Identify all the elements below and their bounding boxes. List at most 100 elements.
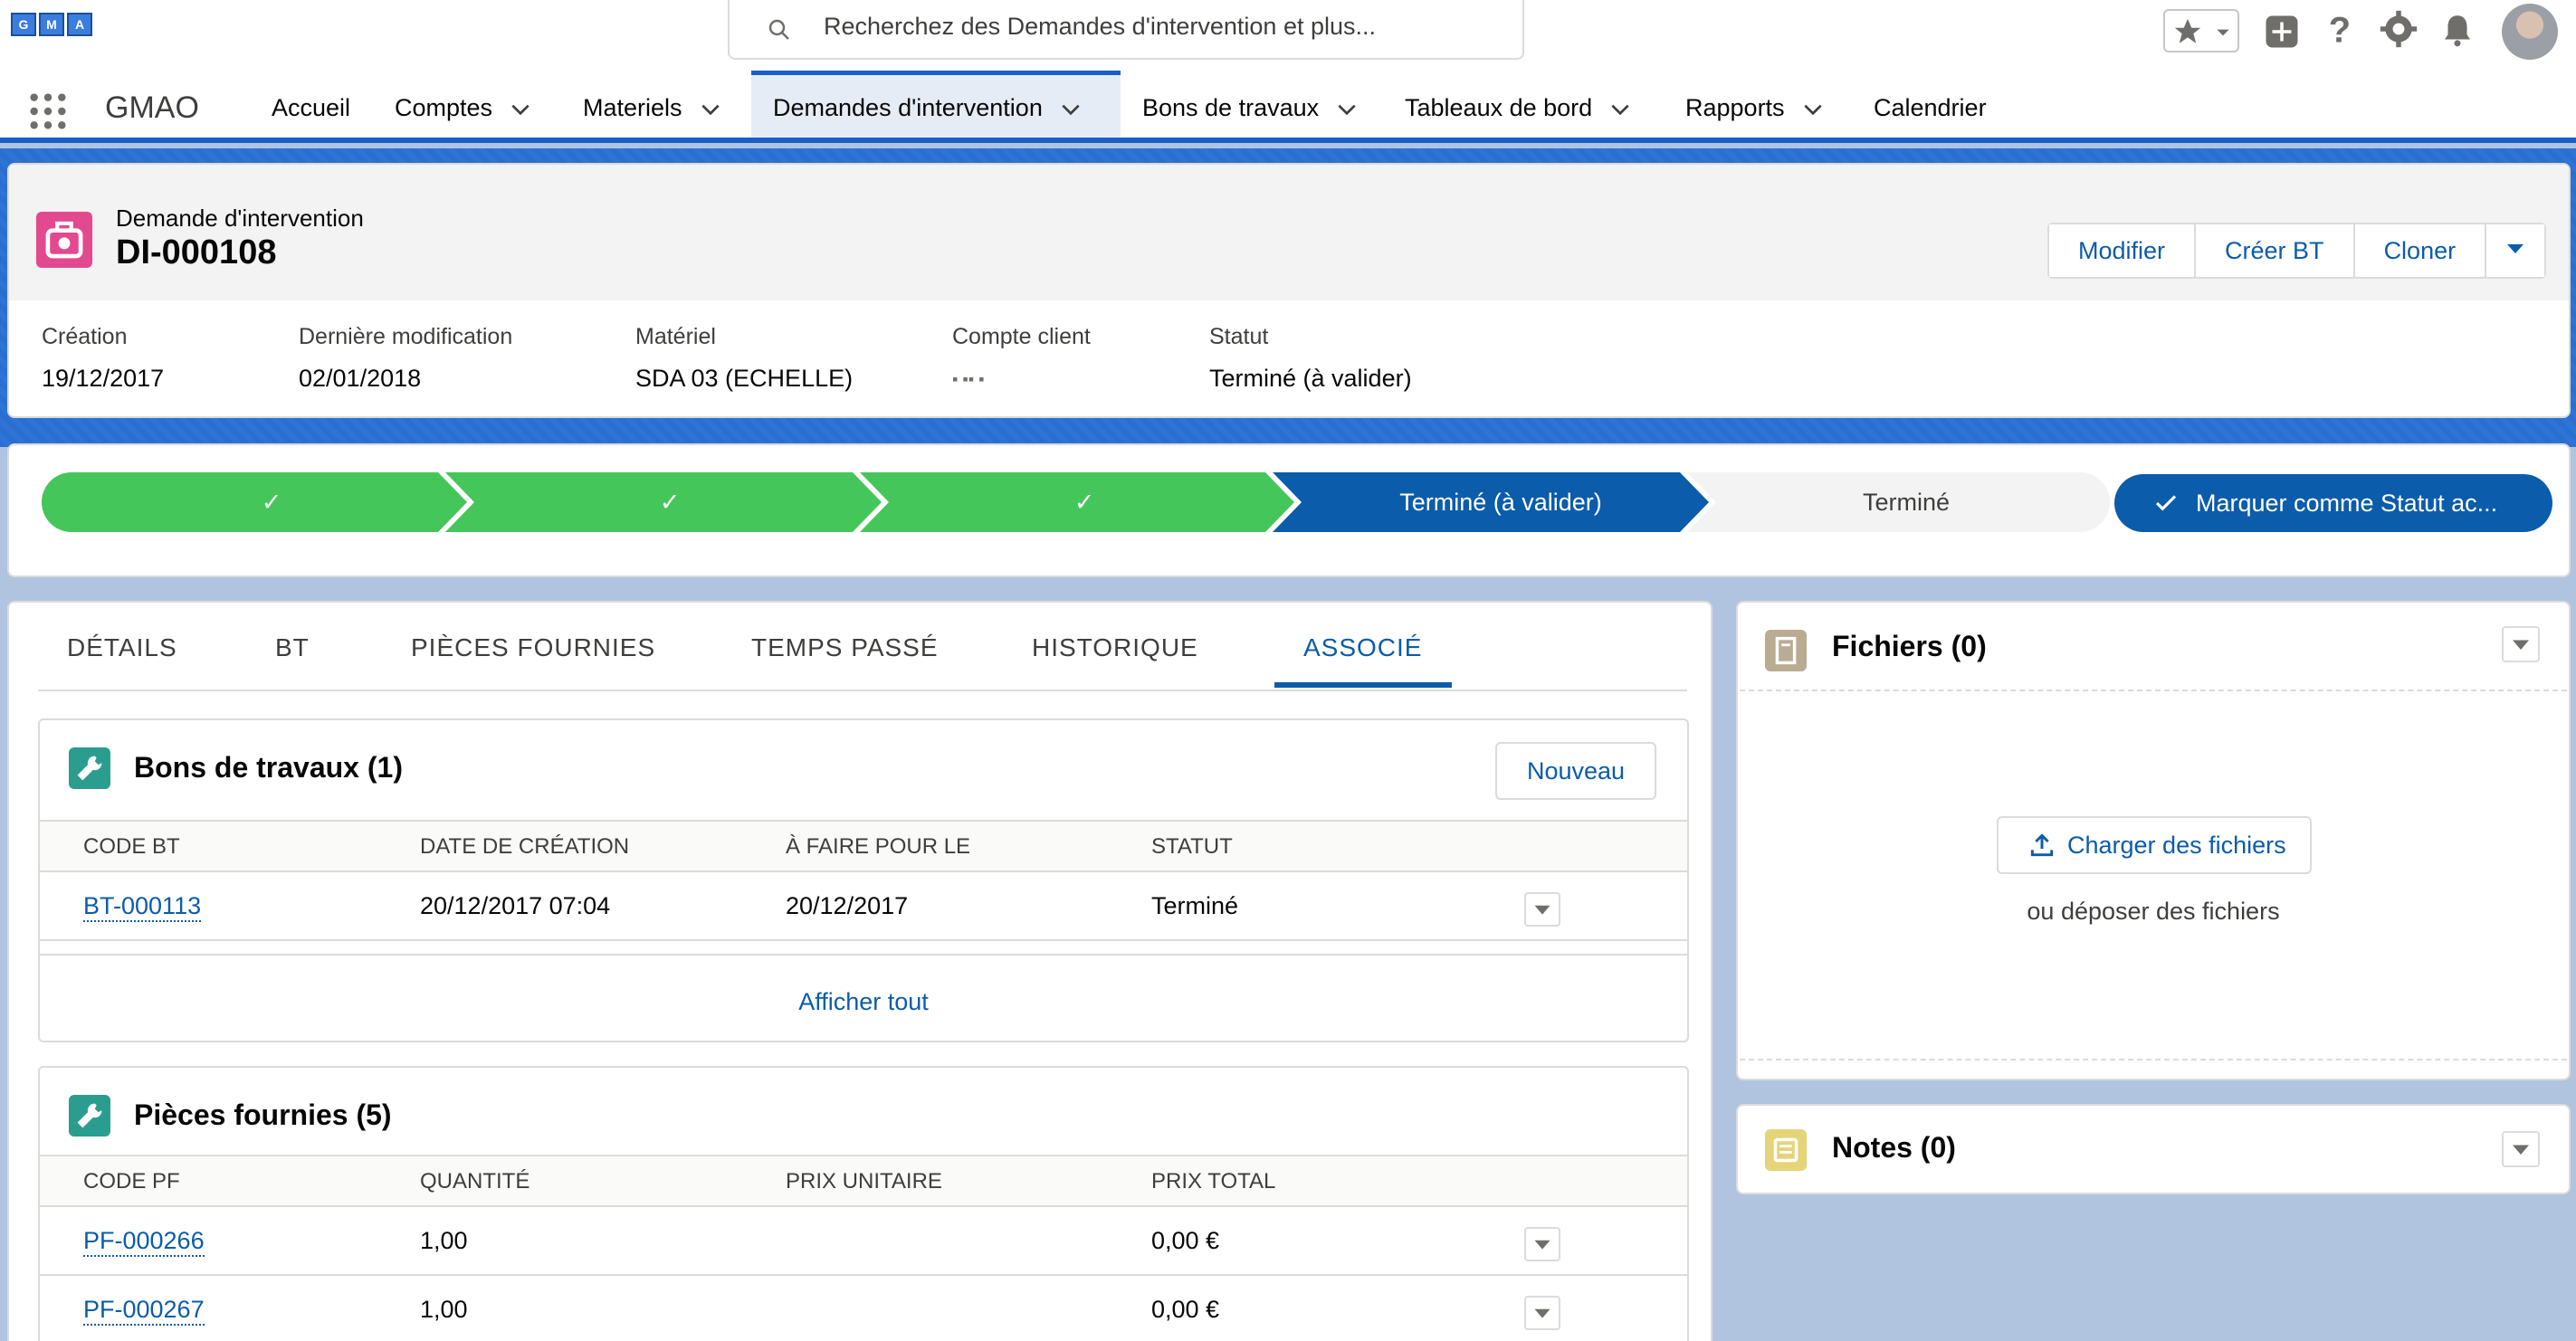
nav-item-label: Rapports (1685, 94, 1785, 121)
medkit-icon (36, 212, 92, 268)
drop-hint: ou déposer des fichiers (2027, 898, 2280, 925)
files-title[interactable]: Fichiers (0) (1832, 630, 1987, 663)
chevron-down-icon[interactable] (1801, 98, 1825, 121)
row-actions-button[interactable] (1524, 1296, 1560, 1330)
new-button[interactable]: Nouveau (1495, 742, 1656, 800)
chevron-down-icon[interactable] (1608, 98, 1632, 121)
notification-bell-icon[interactable] (2438, 11, 2476, 49)
record-link[interactable]: BT-000113 (83, 892, 202, 922)
row-actions-button[interactable] (1524, 1227, 1560, 1261)
highlight-label: Compte client (952, 324, 1091, 349)
mark-status-label: Marquer comme Statut ac... (2196, 490, 2498, 517)
app-launcher-icon[interactable] (27, 90, 69, 132)
notes-title[interactable]: Notes (0) (1832, 1131, 1956, 1165)
nav-item-calendrier[interactable]: Calendrier (1852, 71, 2008, 138)
company-logo[interactable]: G M A (11, 13, 94, 43)
table-header: CODE BT DATE DE CRÉATION À FAIRE POUR LE… (40, 820, 1687, 872)
highlight-value: 19/12/2017 (42, 365, 165, 392)
logo-letter: M (39, 13, 64, 36)
record-link[interactable]: PF-000267 (83, 1296, 205, 1326)
nav-item-comptes[interactable]: Comptes (373, 71, 554, 138)
logo-letter: A (67, 13, 92, 36)
chevron-down-icon (1534, 1240, 1550, 1250)
gear-icon[interactable] (2379, 9, 2419, 49)
highlight-label: Statut (1209, 324, 1269, 349)
chevron-down-icon (1534, 905, 1550, 915)
nav-item-bons-de-travaux[interactable]: Bons de travaux (1121, 71, 1380, 138)
clone-button[interactable]: Cloner (2354, 224, 2487, 277)
highlight-statut: Statut Terminé (à valider) (1209, 324, 1412, 393)
favorites-button[interactable] (2163, 9, 2239, 52)
table-cell: 0,00 € (1151, 1296, 1220, 1323)
chevron-down-icon[interactable] (699, 98, 722, 121)
highlight-value[interactable]: SDA 03 (ECHELLE) (635, 365, 853, 393)
related-list-pieces-fournies: Pièces fournies (5) CODE PF QUANTITÉ PRI… (38, 1066, 1689, 1341)
notes-menu-button[interactable] (2502, 1131, 2540, 1167)
path-step-4[interactable]: Terminé (à valider) (1302, 472, 1700, 532)
table-cell: 1,00 (420, 1227, 468, 1254)
column-header: DATE DE CRÉATION (420, 834, 630, 859)
upload-files-button[interactable]: Charger des fichiers (1997, 816, 2312, 874)
column-header: QUANTITÉ (420, 1169, 530, 1194)
nav-item-label: Calendrier (1874, 94, 1987, 121)
global-search-input[interactable]: Recherchez des Demandes d'intervention e… (728, 0, 1524, 60)
avatar[interactable] (2502, 4, 2558, 60)
highlight-value: Terminé (à valider) (1209, 365, 1412, 392)
nav-item-demandes-intervention[interactable]: Demandes d'intervention (751, 71, 1121, 138)
related-list-title[interactable]: Bons de travaux (1) (134, 751, 403, 785)
path-step-5[interactable]: Terminé (1716, 472, 2096, 532)
nav-item-rapports[interactable]: Rapports (1664, 71, 1846, 138)
help-icon[interactable]: ? (2323, 9, 2359, 51)
view-all-link[interactable]: Afficher tout (40, 988, 1687, 1016)
related-list-title[interactable]: Pièces fournies (5) (134, 1098, 392, 1132)
add-icon[interactable] (2263, 13, 2301, 51)
upload-label: Charger des fichiers (2067, 832, 2286, 859)
more-actions-button[interactable] (2486, 224, 2545, 277)
highlight-materiel: Matériel SDA 03 (ECHELLE) (635, 324, 853, 393)
highlight-value[interactable]: ▪ ▪▪ ▪ (952, 370, 1091, 389)
row-actions-button[interactable] (1524, 892, 1560, 927)
table-row: PF-000266 1,00 0,00 € (40, 1207, 1687, 1276)
tab-pieces-fournies[interactable]: PIÈCES FOURNIES (411, 633, 655, 662)
mark-status-button[interactable]: Marquer comme Statut ac... (2114, 474, 2552, 532)
create-bt-button[interactable]: Créer BT (2196, 224, 2355, 277)
highlight-label: Matériel (635, 324, 716, 349)
tab-associe[interactable]: ASSOCIÉ (1303, 633, 1422, 662)
file-dropzone[interactable]: Charger des fichiers ou déposer des fich… (1740, 690, 2567, 1060)
object-label: Demande d'intervention (116, 204, 364, 232)
upload-icon (2030, 833, 2054, 857)
column-header: PRIX UNITAIRE (786, 1169, 942, 1194)
star-icon (2174, 18, 2201, 43)
tab-bt[interactable]: BT (275, 633, 310, 662)
search-placeholder: Recherchez des Demandes d'intervention e… (824, 13, 1376, 40)
files-card: Fichiers (0) Charger des fichiers ou dép… (1736, 601, 2571, 1080)
check-icon (2155, 495, 2177, 511)
related-list-bons-de-travaux: Bons de travaux (1) Nouveau CODE BT DATE… (38, 718, 1689, 1042)
nav-item-materiels[interactable]: Materiels (561, 71, 744, 138)
path-step-1[interactable]: ✓ (81, 472, 462, 532)
nav-item-label: Accueil (272, 94, 351, 121)
chevron-down-icon[interactable] (509, 98, 532, 121)
search-icon (768, 19, 789, 40)
record-link[interactable]: PF-000266 (83, 1227, 205, 1257)
table-cell: 20/12/2017 (786, 892, 909, 919)
chevron-down-icon[interactable] (1335, 98, 1359, 121)
tab-historique[interactable]: HISTORIQUE (1032, 633, 1198, 662)
files-menu-button[interactable] (2502, 626, 2540, 662)
path-step-2[interactable]: ✓ (480, 472, 860, 532)
path-step-3[interactable]: ✓ (894, 472, 1274, 532)
nav-item-tableaux-de-bord[interactable]: Tableaux de bord (1383, 71, 1654, 138)
app-name: GMAO (105, 90, 199, 125)
column-header: CODE PF (83, 1169, 180, 1194)
column-header: PRIX TOTAL (1151, 1169, 1276, 1194)
nav-item-accueil[interactable]: Accueil (250, 71, 372, 138)
chevron-down-icon (2217, 29, 2229, 36)
chevron-down-icon[interactable] (1059, 98, 1083, 121)
edit-button[interactable]: Modifier (2049, 224, 2197, 277)
record-header: Demande d'intervention DI-000108 Modifie… (7, 163, 2571, 418)
tab-details[interactable]: DÉTAILS (67, 633, 177, 662)
highlight-label: Dernière modification (299, 324, 513, 349)
list-footer-divider (40, 954, 1687, 956)
app-navigation: GMAO Accueil Comptes Materiels Demandes … (0, 71, 2576, 143)
tab-temps-passe[interactable]: TEMPS PASSÉ (751, 633, 939, 662)
